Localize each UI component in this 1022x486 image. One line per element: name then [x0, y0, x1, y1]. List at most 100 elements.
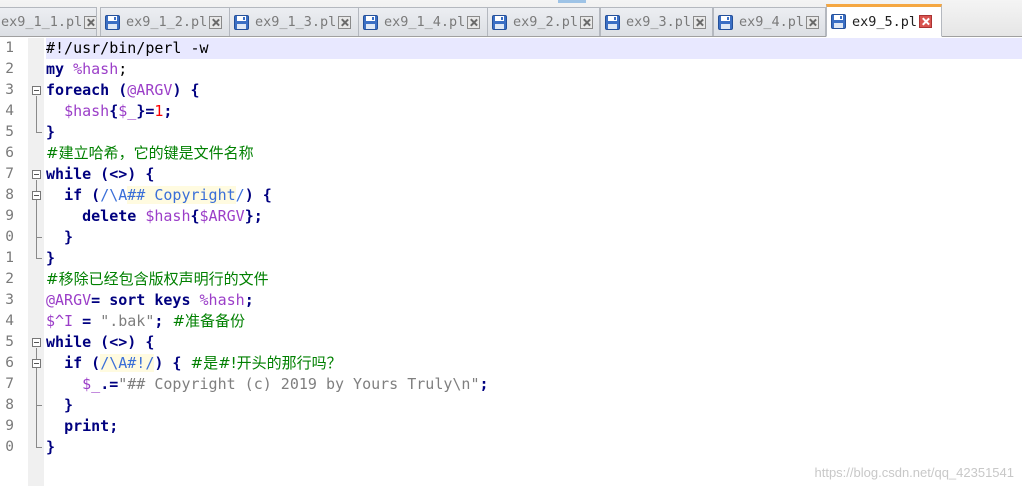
floppy-disk-icon — [234, 14, 249, 30]
code-line-8[interactable]: if (/\A## Copyright/) { — [46, 185, 1022, 206]
variable: @ARGV — [127, 81, 173, 99]
tab-label: ex9_1_1.pl — [1, 14, 83, 30]
code-editor[interactable]: 12345678901234567890 #!/usr/bin/perl -w … — [0, 38, 1022, 486]
keyword: if — [64, 186, 83, 204]
line-number: 5 — [5, 334, 14, 350]
tab-ex9_3-pl[interactable]: ex9_3.pl — [600, 7, 713, 36]
code-line-16[interactable]: if (/\A#!/) { #是#!开头的那行吗？ — [46, 353, 1022, 374]
fold-toggle-icon[interactable] — [32, 191, 41, 200]
code-line-13[interactable]: @ARGV= sort keys %hash; — [46, 290, 1022, 311]
regex: ## Copyright — [127, 186, 236, 204]
code-line-18[interactable]: } — [46, 395, 1022, 416]
floppy-disk-icon — [605, 14, 620, 30]
code-text: ; — [109, 417, 119, 435]
code-line-5[interactable]: } — [46, 122, 1022, 143]
code-text: { — [190, 207, 200, 225]
line-number: 1 — [5, 250, 14, 266]
code-line-12[interactable]: #移除已经包含版权声明行的文件 — [46, 269, 1022, 290]
floppy-disk-icon — [831, 14, 846, 29]
line-number: 7 — [5, 166, 14, 182]
tab-ex9_1_4-pl[interactable]: ex9_1_4.pl — [358, 7, 488, 36]
code-text: } — [46, 228, 74, 246]
tab-ex9_4-pl[interactable]: ex9_4.pl — [713, 7, 826, 36]
close-icon[interactable] — [693, 15, 707, 29]
tab-ex9_5-pl[interactable]: ex9_5.pl — [826, 4, 942, 37]
line-number: 2 — [5, 61, 14, 77]
code-text: ( — [109, 81, 128, 99]
code-text: ; — [118, 60, 128, 78]
code-line-20[interactable]: } — [46, 437, 1022, 458]
tab-label: ex9_1_4.pl — [384, 14, 466, 30]
fold-toggle-icon[interactable] — [32, 170, 41, 179]
fold-line — [36, 96, 37, 132]
variable: %hash — [190, 291, 245, 309]
tab-scroll-marker — [558, 0, 586, 3]
variable: $^I — [46, 312, 74, 330]
keyword: while — [46, 165, 92, 183]
code-line-19[interactable]: print; — [46, 416, 1022, 437]
shebang-comment: #!/usr/bin/perl -w — [46, 39, 209, 57]
variable: $_ — [82, 375, 101, 393]
code-line-17[interactable]: $_.="## Copyright (c) 2019 by Yours Trul… — [46, 374, 1022, 395]
floppy-disk-icon — [363, 14, 378, 30]
line-number: 3 — [5, 292, 14, 308]
code-text: }= — [136, 102, 155, 120]
code-text: } — [46, 249, 56, 267]
tab-ex9_1_2-pl[interactable]: ex9_1_2.pl — [100, 7, 230, 36]
close-icon[interactable] — [919, 15, 933, 28]
watermark: https://blog.csdn.net/qq_42351541 — [814, 465, 1015, 480]
code-line-14[interactable]: $^I = ".bak"; #准备备份 — [46, 311, 1022, 332]
keyword: sort keys — [109, 291, 191, 309]
fold-toggle-icon[interactable] — [32, 359, 41, 368]
fold-end — [36, 258, 42, 259]
code-line-4[interactable]: $hash{$_}=1; — [46, 101, 1022, 122]
code-line-2[interactable]: my %hash; — [46, 59, 1022, 80]
line-number: 1 — [5, 40, 14, 56]
variable: %hash — [64, 60, 119, 78]
close-icon[interactable] — [580, 15, 594, 29]
line-number: 8 — [5, 187, 14, 203]
variable: $hash — [136, 207, 191, 225]
variable: $ARGV — [199, 207, 245, 225]
string-literal: "## Copyright (c) 2019 by Yours Truly\n" — [118, 375, 480, 393]
code-text: ; — [479, 375, 489, 393]
close-icon[interactable] — [467, 15, 481, 29]
code-text: ( — [82, 186, 101, 204]
tab-ex9_1_3-pl[interactable]: ex9_1_3.pl — [229, 7, 359, 36]
string-literal: ".bak" — [100, 312, 155, 330]
code-text: = — [73, 312, 101, 330]
keyword: delete — [82, 207, 137, 225]
code-line-15[interactable]: while (<>) { — [46, 332, 1022, 353]
fold-line — [36, 201, 37, 237]
keyword: my — [46, 60, 65, 78]
code-line-6[interactable]: #建立哈希，它的键是文件名称 — [46, 143, 1022, 164]
fold-toggle-icon[interactable] — [32, 86, 41, 95]
code-line-3[interactable]: foreach (@ARGV) { — [46, 80, 1022, 101]
keyword: print — [64, 417, 110, 435]
close-icon[interactable] — [338, 15, 352, 29]
code-line-9[interactable]: delete $hash{$ARGV}; — [46, 206, 1022, 227]
tab-ex9_2-pl[interactable]: ex9_2.pl — [487, 7, 600, 36]
line-number: 4 — [5, 103, 14, 119]
code-text: ) { — [154, 354, 191, 372]
code-text: ; — [154, 312, 173, 330]
code-line-10[interactable]: } — [46, 227, 1022, 248]
line-number: 6 — [5, 145, 14, 161]
code-line-11[interactable]: } — [46, 248, 1022, 269]
code-line-7[interactable]: while (<>) { — [46, 164, 1022, 185]
regex: /\A#!/ — [100, 354, 155, 372]
close-icon[interactable] — [209, 15, 223, 29]
tab-label: ex9_2.pl — [513, 14, 579, 30]
line-number: 3 — [5, 82, 14, 98]
comment: #是#!开头的那行吗？ — [190, 354, 342, 372]
fold-toggle-icon[interactable] — [32, 338, 41, 347]
code-text: } — [46, 123, 56, 141]
code-line-1[interactable]: #!/usr/bin/perl -w — [46, 38, 1022, 59]
close-icon[interactable] — [84, 15, 96, 29]
close-icon[interactable] — [806, 15, 820, 29]
tab-ex9_1_1-pl[interactable]: ex9_1_1.pl — [0, 7, 97, 36]
